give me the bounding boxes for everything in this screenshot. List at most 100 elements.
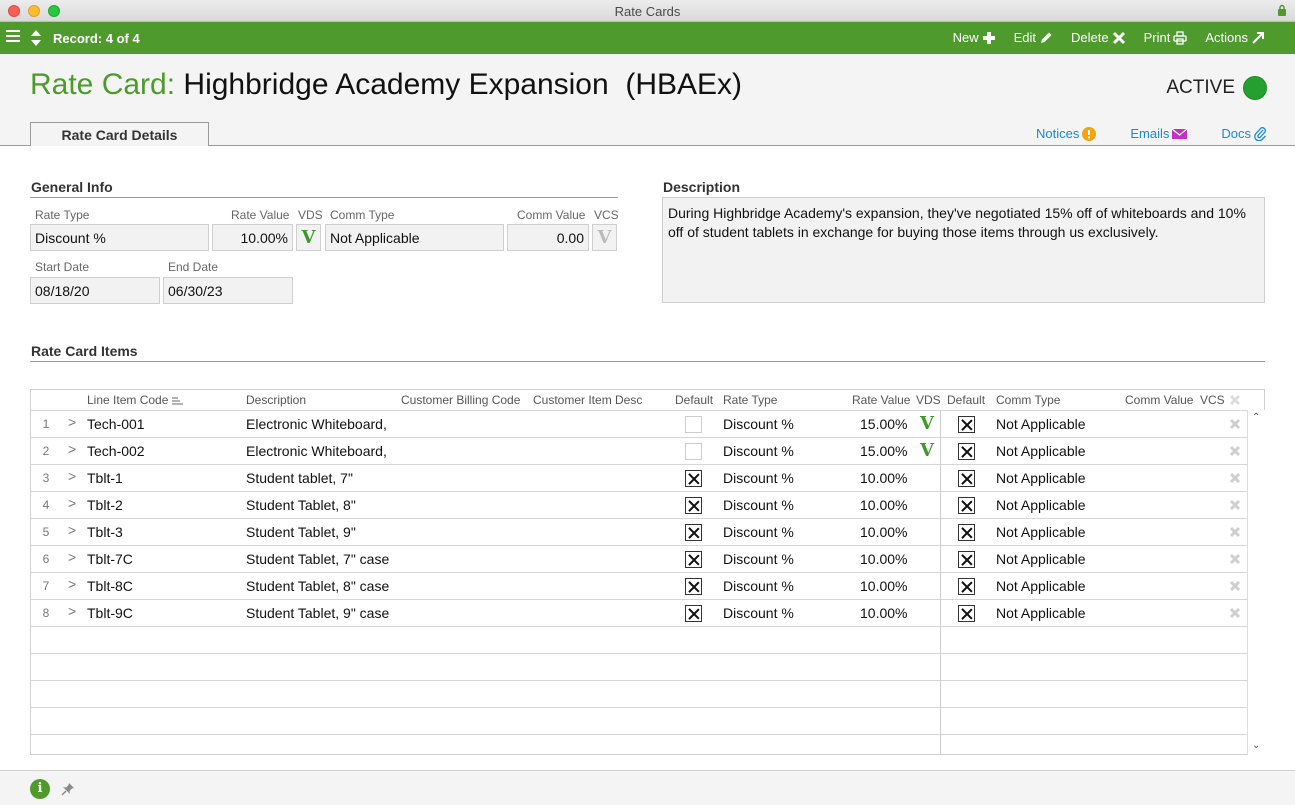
vds-checkmark-icon[interactable]: V [296,224,321,251]
tab-rate-card-details[interactable]: Rate Card Details [30,122,209,146]
default-checkbox[interactable] [685,524,702,541]
default-checkbox[interactable] [685,551,702,568]
table-row[interactable]: 3 > Tblt-1 Student tablet, 7" Discount % 10.0… [31,464,1247,491]
expand-row-icon[interactable]: > [68,495,76,511]
table-row[interactable]: 4 > Tblt-2 Student Tablet, 8" Discount % 10.0… [31,491,1247,518]
description-cell[interactable]: Student Tablet, 9" case [246,605,389,621]
empty-table-row[interactable] [31,653,1247,680]
comm-type-cell[interactable]: Not Applicable [996,524,1086,540]
rate-value-cell[interactable]: 15.00% [860,416,907,432]
vds-checkmark-icon[interactable]: V [920,440,934,461]
line-item-code-cell[interactable]: Tech-001 [87,416,145,432]
col-default[interactable]: Default [675,393,713,407]
docs-link[interactable]: Docs [1221,126,1267,141]
menu-icon[interactable] [6,30,20,44]
rate-value-field[interactable]: 10.00% [212,224,293,251]
default-comm-checkbox[interactable] [958,416,975,433]
default-checkbox[interactable] [685,578,702,595]
line-item-code-cell[interactable]: Tech-002 [87,443,145,459]
info-icon[interactable]: i [30,779,50,799]
default-checkbox[interactable] [685,470,702,487]
expand-row-icon[interactable]: > [68,441,76,457]
default-comm-checkbox[interactable] [958,470,975,487]
default-comm-checkbox[interactable] [958,497,975,514]
col-comm-value[interactable]: Comm Value [1125,393,1193,407]
delete-row-icon[interactable] [1228,552,1242,566]
pin-icon[interactable] [60,781,76,797]
description-cell[interactable]: Student Tablet, 8" [246,497,356,513]
start-date-field[interactable]: 08/18/20 [30,277,160,304]
default-checkbox[interactable] [685,605,702,622]
comm-type-field[interactable]: Not Applicable [325,224,504,251]
col-default-comm[interactable]: Default [947,393,985,407]
rate-type-cell[interactable]: Discount % [723,605,794,621]
description-cell[interactable]: Student Tablet, 9" [246,524,356,540]
description-cell[interactable]: Student Tablet, 8" case [246,578,389,594]
rate-value-cell[interactable]: 10.00% [860,470,907,486]
delete-button[interactable]: Delete [1071,30,1126,45]
col-vds[interactable]: VDS [916,393,941,407]
delete-row-icon[interactable] [1228,525,1242,539]
delete-row-icon[interactable] [1228,444,1242,458]
delete-row-icon[interactable] [1228,471,1242,485]
empty-table-row[interactable] [31,734,1247,761]
table-scrollbar[interactable]: ⌃ ⌄ [1247,410,1265,755]
rate-value-cell[interactable]: 10.00% [860,524,907,540]
comm-type-cell[interactable]: Not Applicable [996,551,1086,567]
empty-table-row[interactable] [31,680,1247,707]
rate-type-cell[interactable]: Discount % [723,416,794,432]
col-customer-billing-code[interactable]: Customer Billing Code [401,393,520,407]
default-comm-checkbox[interactable] [958,443,975,460]
comm-type-cell[interactable]: Not Applicable [996,497,1086,513]
expand-row-icon[interactable]: > [68,522,76,538]
emails-link[interactable]: Emails [1130,126,1188,141]
rate-type-cell[interactable]: Discount % [723,497,794,513]
description-cell[interactable]: Electronic Whiteboard, [246,443,387,459]
comm-type-cell[interactable]: Not Applicable [996,470,1086,486]
col-rate-value[interactable]: Rate Value [852,393,910,407]
table-row[interactable]: 5 > Tblt-3 Student Tablet, 9" Discount % 10.0… [31,518,1247,545]
rate-type-cell[interactable]: Discount % [723,470,794,486]
scroll-up-icon[interactable]: ⌃ [1252,412,1260,423]
lock-icon[interactable] [1277,4,1287,17]
table-row[interactable]: 7 > Tblt-8C Student Tablet, 8" case Discount… [31,572,1247,599]
rate-value-cell[interactable]: 10.00% [860,497,907,513]
rate-type-cell[interactable]: Discount % [723,524,794,540]
rate-type-cell[interactable]: Discount % [723,551,794,567]
table-row[interactable]: 1 > Tech-001 Electronic Whiteboard, Discount… [31,410,1247,437]
rate-value-cell[interactable]: 15.00% [860,443,907,459]
description-cell[interactable]: Electronic Whiteboard, [246,416,387,432]
delete-row-icon[interactable] [1228,606,1242,620]
end-date-field[interactable]: 06/30/23 [163,277,293,304]
vcs-checkmark-icon[interactable]: V [592,224,617,251]
edit-button[interactable]: Edit [1014,30,1053,45]
new-button[interactable]: New [953,30,996,45]
line-item-code-cell[interactable]: Tblt-8C [87,578,133,594]
default-comm-checkbox[interactable] [958,605,975,622]
vds-checkmark-icon[interactable]: V [920,413,934,434]
expand-row-icon[interactable]: > [68,576,76,592]
col-line-item-code[interactable]: Line Item Code [87,393,183,407]
rate-type-cell[interactable]: Discount % [723,443,794,459]
description-cell[interactable]: Student tablet, 7" [246,470,353,486]
table-row[interactable]: 8 > Tblt-9C Student Tablet, 9" case Discount… [31,599,1247,626]
expand-row-icon[interactable]: > [68,603,76,619]
empty-table-row[interactable] [31,707,1247,734]
rate-value-cell[interactable]: 10.00% [860,578,907,594]
col-vcs[interactable]: VCS [1200,393,1225,407]
default-checkbox[interactable] [685,497,702,514]
description-cell[interactable]: Student Tablet, 7" case [246,551,389,567]
empty-table-row[interactable] [31,626,1247,653]
rate-type-cell[interactable]: Discount % [723,578,794,594]
print-button[interactable]: Print [1144,30,1188,45]
table-row[interactable]: 6 > Tblt-7C Student Tablet, 7" case Discount… [31,545,1247,572]
line-item-code-cell[interactable]: Tblt-9C [87,605,133,621]
default-comm-checkbox[interactable] [958,524,975,541]
line-item-code-cell[interactable]: Tblt-3 [87,524,123,540]
scroll-down-icon[interactable]: ⌄ [1252,740,1260,751]
record-navigation-icon[interactable] [29,28,43,48]
line-item-code-cell[interactable]: Tblt-2 [87,497,123,513]
comm-type-cell[interactable]: Not Applicable [996,578,1086,594]
sort-icon[interactable] [171,397,183,405]
comm-type-cell[interactable]: Not Applicable [996,443,1086,459]
